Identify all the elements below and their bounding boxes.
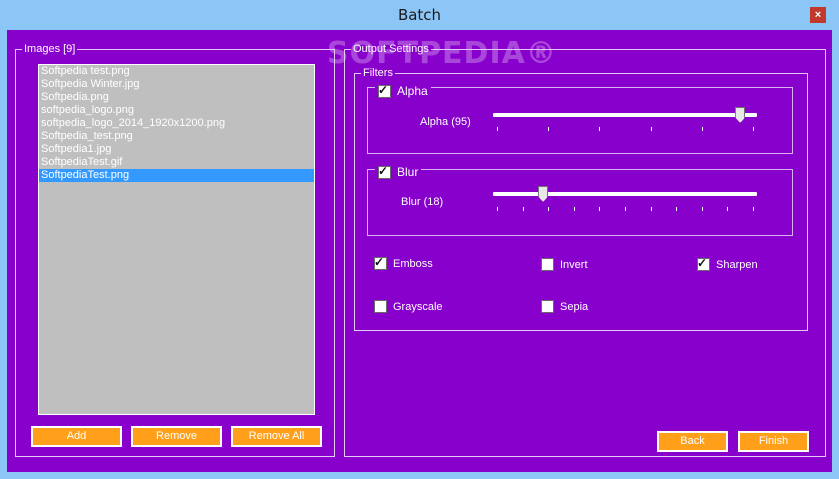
alpha-check-mark: ✓ <box>378 82 389 97</box>
invert-checkbox[interactable]: Invert <box>541 258 588 271</box>
images-listbox[interactable]: Softpedia test.png Softpedia Winter.jpg … <box>38 64 315 415</box>
slider-tick <box>650 207 652 211</box>
images-group-legend: Images [9] <box>24 43 76 55</box>
back-button[interactable]: Back <box>657 431 728 452</box>
finish-button[interactable]: Finish <box>738 431 809 452</box>
blur-slider-track[interactable] <box>493 192 757 196</box>
sharpen-checkbox[interactable]: ✓ Sharpen <box>697 256 758 271</box>
slider-tick <box>573 207 575 211</box>
list-item[interactable]: Softpedia Winter.jpg <box>39 78 314 91</box>
remove-all-button[interactable]: Remove All <box>231 426 322 447</box>
grayscale-checkbox[interactable]: Grayscale <box>374 300 443 313</box>
list-item[interactable]: Softpedia.png <box>39 91 314 104</box>
slider-tick <box>599 127 601 131</box>
list-item[interactable]: softpedia_logo.png <box>39 104 314 117</box>
list-item[interactable]: SoftpediaTest.gif <box>39 156 314 169</box>
slider-tick <box>753 127 754 131</box>
slider-tick <box>522 207 524 211</box>
blur-checkbox[interactable]: ✓ Blur <box>375 163 422 179</box>
list-item[interactable]: softpedia_logo_2014_1920x1200.png <box>39 117 314 130</box>
window-title: Batch <box>397 6 442 24</box>
slider-tick <box>727 207 729 211</box>
slider-tick <box>497 127 498 131</box>
slider-tick <box>548 127 550 131</box>
sharpen-checkbox-label: Sharpen <box>716 258 758 271</box>
alpha-slider-ticks <box>497 127 754 131</box>
slider-tick <box>753 207 754 211</box>
emboss-checkbox-box[interactable]: ✓ <box>374 255 387 270</box>
slider-tick <box>701 127 703 131</box>
slider-tick <box>650 127 652 131</box>
list-item[interactable]: SoftpediaTest.png <box>39 169 314 182</box>
invert-checkbox-label: Invert <box>560 258 588 271</box>
close-icon[interactable]: × <box>810 7 826 23</box>
title-bar: Batch × <box>0 0 839 30</box>
blur-checkbox-box[interactable]: ✓ <box>378 163 391 179</box>
blur-checkbox-label: Blur <box>397 165 419 179</box>
grayscale-checkbox-box[interactable] <box>374 300 387 313</box>
slider-tick <box>497 207 498 211</box>
alpha-checkbox[interactable]: ✓ Alpha <box>375 82 431 98</box>
list-item[interactable]: Softpedia test.png <box>39 65 314 78</box>
slider-tick <box>548 207 550 211</box>
blur-check-mark: ✓ <box>378 163 389 178</box>
sepia-checkbox-label: Sepia <box>560 300 589 313</box>
blur-slider-label: Blur (18) <box>401 196 444 208</box>
grayscale-checkbox-label: Grayscale <box>393 300 443 313</box>
remove-button[interactable]: Remove <box>131 426 222 447</box>
sharpen-check-mark: ✓ <box>697 256 708 270</box>
emboss-checkbox[interactable]: ✓ Emboss <box>374 255 433 270</box>
emboss-checkbox-label: Emboss <box>393 257 433 270</box>
filters-legend: Filters <box>363 67 393 79</box>
emboss-check-mark: ✓ <box>374 255 385 269</box>
slider-tick <box>701 207 703 211</box>
slider-tick <box>625 207 626 211</box>
window-client: SOFTPEDIA® Images [9] Softpedia test.png… <box>7 30 832 472</box>
blur-slider-ticks <box>497 207 754 211</box>
sharpen-checkbox-box[interactable]: ✓ <box>697 256 710 271</box>
alpha-slider-label: Alpha (95) <box>420 116 471 128</box>
sepia-checkbox-box[interactable] <box>541 300 554 313</box>
alpha-checkbox-box[interactable]: ✓ <box>378 82 391 98</box>
invert-checkbox-box[interactable] <box>541 258 554 271</box>
alpha-checkbox-label: Alpha <box>397 84 428 98</box>
list-item[interactable]: Softpedia1.jpg <box>39 143 314 156</box>
output-settings-legend: Output Settings <box>353 43 429 55</box>
slider-tick <box>599 207 601 211</box>
alpha-slider-track[interactable] <box>493 113 757 117</box>
slider-tick <box>676 207 678 211</box>
list-item[interactable]: Softpedia_test.png <box>39 130 314 143</box>
sepia-checkbox[interactable]: Sepia <box>541 300 588 313</box>
add-button[interactable]: Add <box>31 426 122 447</box>
